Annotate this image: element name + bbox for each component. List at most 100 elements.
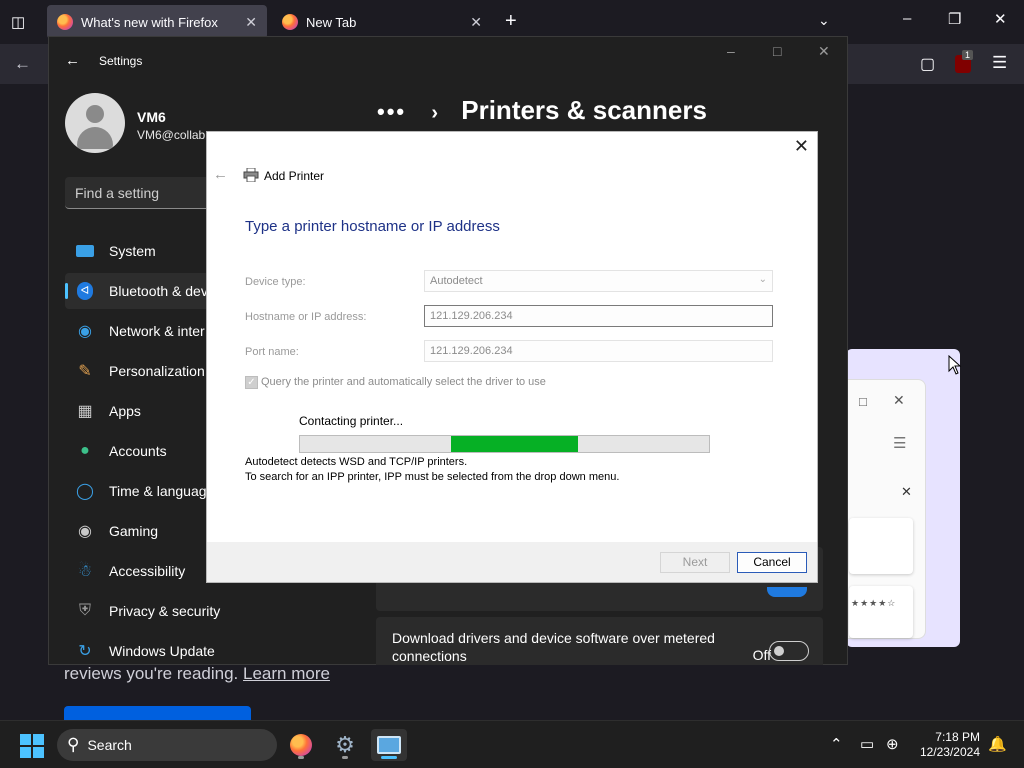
nav-label: Accessibility (109, 563, 186, 579)
gear-icon: ⚙ (335, 732, 355, 757)
metered-connection-text: Download drivers and device software ove… (392, 630, 715, 664)
accounts-icon: ● (80, 442, 90, 459)
nav-label: Apps (109, 403, 141, 419)
close-window-icon[interactable]: ✕ (994, 10, 1007, 28)
system-icon (75, 241, 95, 261)
port-name-label: Port name: (245, 346, 299, 358)
close-icon[interactable]: ✕ (893, 392, 905, 409)
mouse-cursor-icon (948, 355, 962, 375)
port-name-input[interactable]: 121.129.206.234 (424, 340, 773, 362)
taskbar-search-label: Search (87, 737, 132, 753)
tray-chevron-up-icon[interactable]: ⌃ (830, 735, 843, 753)
metered-connection-card: Download drivers and device software ove… (376, 617, 823, 665)
hostname-label: Hostname or IP address: (245, 311, 367, 323)
dismiss-icon[interactable]: ✕ (901, 484, 912, 500)
breadcrumb-overflow[interactable]: ••• (377, 99, 406, 124)
taskbar-control-panel[interactable] (371, 729, 407, 761)
settings-minimize-icon[interactable]: – (727, 43, 735, 59)
printer-icon (243, 168, 259, 182)
page-text: reviews you're reading. (64, 664, 239, 683)
info-line-2: To search for an IPP printer, IPP must b… (245, 471, 620, 483)
notification-bell-icon[interactable]: 🔔 (988, 735, 1007, 753)
query-printer-label: Query the printer and automatically sele… (261, 376, 546, 388)
clock[interactable]: 7:18 PM 12/23/2024 (920, 730, 980, 760)
progress-bar (299, 435, 710, 453)
status-text: Contacting printer... (299, 414, 404, 428)
query-printer-checkbox[interactable]: ✓ (245, 376, 258, 389)
windows-start-icon[interactable] (20, 734, 44, 758)
clock-date: 12/23/2024 (919, 745, 980, 759)
taskbar: ⚲ Search ⚙ ⌃ ▭ ⊕ 7:18 PM 12/23/2024 🔔 (0, 720, 1024, 768)
stars-icon: ★★★★☆ (851, 598, 897, 608)
page-cta-button[interactable] (64, 706, 251, 720)
progress-bar-fill (451, 436, 579, 452)
next-button[interactable]: Next (660, 552, 730, 573)
extensions-icon[interactable]: ▢ (920, 54, 935, 74)
nav-label: Network & inter (109, 323, 205, 339)
tab-label: New Tab (306, 14, 357, 30)
dialog-back-icon[interactable]: ← (213, 166, 228, 183)
back-arrow-icon[interactable]: ← (14, 54, 31, 74)
firefox-view-icon[interactable]: ◫ (11, 13, 25, 31)
dialog-heading: Type a printer hostname or IP address (245, 218, 500, 235)
settings-close-icon[interactable]: ✕ (818, 43, 830, 60)
user-name: VM6 (137, 109, 166, 125)
dialog-footer: Next Cancel (207, 542, 817, 582)
taskbar-settings[interactable]: ⚙ (327, 729, 363, 761)
taskbar-search[interactable]: ⚲ Search (57, 729, 277, 761)
shield-icon: ⛨ (78, 602, 91, 619)
active-nav-indicator (65, 283, 68, 299)
background-window: □ ✕ ☰ ✕ ★★★★☆ (846, 349, 960, 647)
tab-close-icon[interactable]: ✕ (245, 14, 257, 31)
add-printer-dialog: ✕ ← Add Printer Type a printer hostname … (206, 131, 818, 583)
device-type-label: Device type: (245, 276, 306, 288)
breadcrumb: ••• › Printers & scanners (377, 95, 707, 126)
metered-connection-toggle[interactable] (769, 641, 809, 661)
dialog-close-icon[interactable]: ✕ (794, 136, 809, 157)
apps-icon: ▦ (77, 403, 93, 420)
nav-label: Bluetooth & devi (109, 283, 211, 299)
avatar[interactable] (65, 93, 125, 153)
nav-label: Privacy & security (109, 603, 221, 619)
accessibility-icon: ☃ (77, 563, 93, 580)
settings-title: Settings (99, 54, 143, 68)
nav-label: Gaming (109, 523, 159, 539)
nav-label: Personalization (109, 363, 205, 379)
restore-icon[interactable]: ❐ (948, 10, 961, 28)
toggle-on-partial[interactable] (767, 587, 807, 597)
new-tab-plus-icon[interactable]: + (505, 10, 517, 33)
tab-new-tab[interactable]: New Tab ✕ (272, 5, 492, 39)
learn-more-link[interactable]: Learn more (243, 664, 330, 683)
menu-hamburger-icon[interactable]: ☰ (893, 434, 906, 452)
nav-item-privacy[interactable]: ⛨ Privacy & security (65, 593, 365, 629)
list-tabs-chevron-icon[interactable]: ⌄ (818, 12, 830, 29)
settings-maximize-icon[interactable]: □ (773, 43, 781, 59)
firefox-logo-icon (282, 14, 298, 30)
gamepad-icon: ◉ (78, 523, 92, 540)
notification-badge: 1 (962, 50, 974, 60)
display-icon[interactable]: ▭ (860, 735, 874, 753)
control-panel-icon (377, 736, 401, 754)
maximize-icon[interactable]: □ (859, 394, 867, 409)
dropdown-chevron-icon: ⌄ (758, 274, 767, 285)
nav-label: Time & languag (109, 483, 207, 499)
review-card (849, 518, 913, 574)
user-email: VM6@collab (137, 128, 206, 142)
page-title: Printers & scanners (461, 95, 707, 125)
info-line-1: Autodetect detects WSD and TCP/IP printe… (245, 456, 468, 468)
bluetooth-icon: ᐊ (75, 281, 95, 301)
nav-label: Windows Update (109, 643, 215, 659)
globe-icon: ◯ (76, 483, 94, 500)
network-tray-icon[interactable]: ⊕ (886, 735, 899, 753)
network-icon: ◉ (78, 323, 92, 340)
minimize-icon[interactable]: – (903, 10, 911, 27)
cancel-button[interactable]: Cancel (737, 552, 807, 573)
settings-back-icon[interactable]: ← (65, 52, 80, 69)
hostname-input[interactable]: 121.129.206.234 (424, 305, 773, 327)
update-icon: ↻ (78, 643, 92, 660)
tab-close-icon[interactable]: ✕ (470, 14, 482, 31)
tab-whats-new[interactable]: What's new with Firefox ✕ (47, 5, 267, 39)
taskbar-firefox[interactable] (283, 729, 319, 761)
menu-hamburger-icon[interactable]: ☰ (992, 53, 1007, 73)
device-type-select[interactable]: Autodetect ⌄ (424, 270, 773, 292)
